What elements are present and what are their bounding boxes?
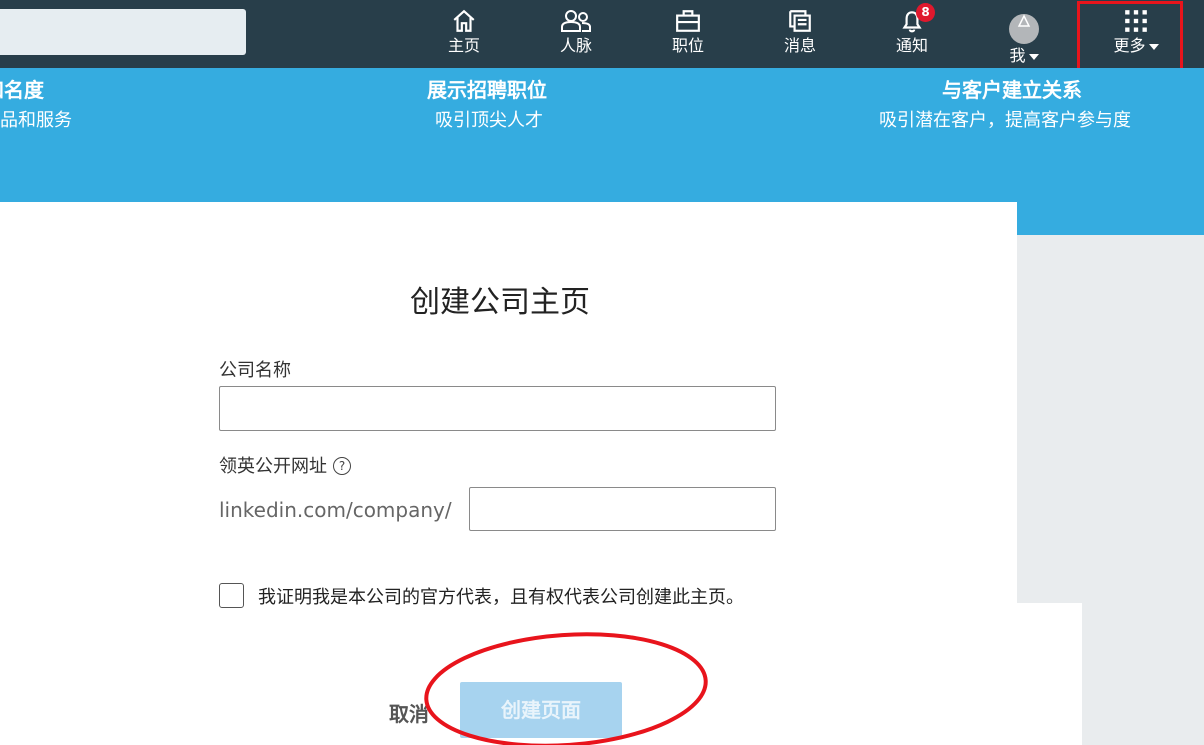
nav-network[interactable]: 人脉 (536, 6, 616, 66)
feature-subtitle-customers: 吸引潜在客户，提高客户参与度 (879, 110, 1131, 131)
side-panel-white (1017, 603, 1082, 745)
messages-icon (789, 10, 811, 32)
briefcase-icon (676, 10, 700, 32)
cancel-button[interactable]: 取消 (389, 698, 429, 727)
help-icon[interactable]: ? (333, 457, 351, 475)
nav-network-label: 人脉 (559, 36, 592, 55)
create-page-button[interactable]: 创建页面 (460, 682, 622, 738)
grid-icon (1125, 10, 1147, 32)
company-name-input[interactable] (219, 386, 776, 431)
nav-me[interactable]: 我 (984, 6, 1064, 66)
nav-me-label: 我 (1009, 46, 1026, 65)
people-icon (561, 10, 591, 32)
url-input[interactable] (469, 487, 776, 531)
url-label: 领英公开网址 (219, 456, 327, 477)
nav-jobs-label: 职位 (671, 36, 704, 55)
top-nav: 主页 人脉 职位 消息 8 通知 我 更多 (0, 0, 1204, 76)
nav-more-label: 更多 (1113, 36, 1146, 55)
chevron-down-icon (1148, 43, 1159, 50)
nav-home[interactable]: 主页 (424, 6, 504, 66)
certify-text: 我证明我是本公司的官方代表，且有权代表公司创建此主页。 (258, 587, 744, 608)
feature-subtitle-jobs: 吸引顶尖人才 (435, 110, 543, 131)
nav-jobs[interactable]: 职位 (648, 6, 728, 66)
nav-notifications[interactable]: 8 通知 (872, 3, 952, 66)
search-input[interactable] (0, 9, 246, 55)
feature-title-visibility: 知名度 (0, 78, 44, 102)
nav-notifications-label: 通知 (895, 36, 928, 55)
nav-messages[interactable]: 消息 (760, 6, 840, 66)
person-icon (1017, 14, 1031, 27)
feature-title-jobs: 展示招聘职位 (427, 78, 547, 102)
create-company-modal: 创建公司主页 公司名称 领英公开网址? linkedin.com/company… (0, 202, 1017, 745)
company-name-label: 公司名称 (219, 360, 291, 381)
feature-subtitle-visibility: 产品和服务 (0, 110, 72, 131)
nav-messages-label: 消息 (783, 36, 816, 55)
modal-title: 创建公司主页 (410, 285, 590, 320)
home-icon (453, 9, 475, 32)
nav-home-label: 主页 (447, 36, 480, 55)
certify-checkbox[interactable] (219, 583, 244, 608)
url-prefix: linkedin.com/company/ (219, 498, 452, 522)
chevron-down-icon (1028, 53, 1039, 60)
feature-title-customers: 与客户建立关系 (942, 78, 1082, 102)
nav-more[interactable]: 更多 (1096, 6, 1176, 66)
notification-badge: 8 (916, 3, 935, 22)
avatar (1009, 14, 1039, 44)
